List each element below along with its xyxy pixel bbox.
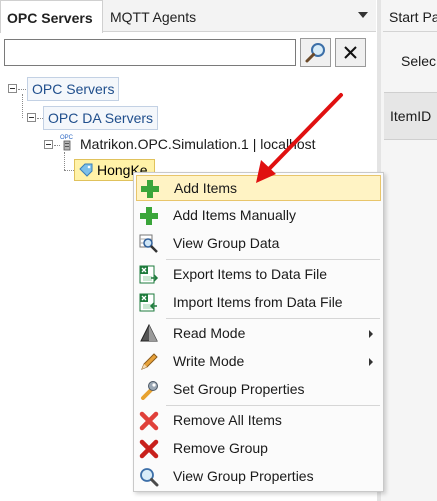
menu-item-add-items[interactable]: Add Items <box>136 175 381 201</box>
menu-item-remove-all-items[interactable]: Remove All Items <box>136 408 381 434</box>
tree-node-opc-da-servers[interactable]: OPC DA Servers <box>43 106 159 130</box>
magnifier-grid-icon <box>139 234 158 253</box>
red-x-icon <box>139 411 159 431</box>
menu-item-label: Read Mode <box>173 325 246 341</box>
tabs-dropdown-icon[interactable] <box>358 12 368 18</box>
excel-import-icon <box>139 293 157 312</box>
column-header-itemid[interactable]: ItemID <box>390 108 431 124</box>
menu-item-label: Export Items to Data File <box>173 266 328 282</box>
start-page-panel: Start Pa Selec ItemID <box>377 0 437 501</box>
menu-item-view-group-properties[interactable]: View Group Properties <box>136 464 381 490</box>
menu-item-label: Remove Group <box>173 440 268 456</box>
menu-item-label: View Group Properties <box>173 468 314 484</box>
tab-start-page[interactable]: Start Pa <box>383 0 437 32</box>
menu-item-label: Write Mode <box>173 353 245 369</box>
excel-export-icon <box>139 265 159 284</box>
menu-item-add-items-manually[interactable]: Add Items Manually <box>136 203 381 229</box>
search-button[interactable] <box>300 38 331 67</box>
clear-search-button[interactable] <box>335 38 366 67</box>
menu-item-set-group-properties[interactable]: Set Group Properties <box>136 377 381 403</box>
menu-item-label: Import Items from Data File <box>173 294 343 310</box>
green-plus-icon <box>141 180 159 198</box>
search-input[interactable] <box>4 39 296 66</box>
close-icon <box>344 46 357 59</box>
menu-item-read-mode[interactable]: Read Mode <box>136 321 381 347</box>
search-icon <box>305 43 325 63</box>
group-context-menu: Add Items Add Items Manually View Group … <box>133 172 384 492</box>
magnifier-icon <box>140 468 159 487</box>
menu-item-export-items[interactable]: Export Items to Data File <box>136 262 381 288</box>
menu-item-remove-group[interactable]: Remove Group <box>136 436 381 462</box>
collapse-server-icon[interactable] <box>44 140 53 149</box>
pencil-icon <box>141 353 158 370</box>
menu-item-label: Remove All Items <box>173 412 282 428</box>
menu-separator <box>166 405 380 406</box>
submenu-arrow-icon <box>369 330 373 338</box>
tree-node-opc-servers[interactable]: OPC Servers <box>27 77 120 101</box>
menu-separator <box>166 259 380 260</box>
opc-server-icon: OPC <box>60 133 74 151</box>
tab-opc-servers[interactable]: OPC Servers <box>0 0 103 33</box>
tag-icon <box>79 163 93 177</box>
wrench-icon <box>141 381 158 400</box>
submenu-arrow-icon <box>369 358 373 366</box>
menu-item-label: View Group Data <box>173 235 280 251</box>
menu-item-label: Add Items Manually <box>173 207 296 223</box>
collapse-da-servers-icon[interactable] <box>27 113 36 122</box>
menu-item-view-group-data[interactable]: View Group Data <box>136 231 381 257</box>
tree-node-server[interactable]: Matrikon.OPC.Simulation.1 | localhost <box>80 132 316 156</box>
menu-separator <box>166 318 380 319</box>
opc-icon-label: OPC <box>60 135 74 141</box>
read-mode-icon <box>140 324 158 342</box>
search-bar <box>0 37 376 69</box>
green-plus-icon <box>140 207 158 225</box>
collapse-root-icon[interactable] <box>8 84 17 93</box>
menu-item-write-mode[interactable]: Write Mode <box>136 349 381 375</box>
panel-tabs: OPC Servers MQTT Agents <box>0 0 376 33</box>
menu-item-label: Set Group Properties <box>173 381 305 397</box>
select-label: Selec <box>401 53 437 69</box>
tab-mqtt-agents[interactable]: MQTT Agents <box>108 0 248 32</box>
menu-item-import-items[interactable]: Import Items from Data File <box>136 290 381 316</box>
menu-item-label: Add Items <box>174 180 238 196</box>
red-x-icon <box>139 439 159 459</box>
